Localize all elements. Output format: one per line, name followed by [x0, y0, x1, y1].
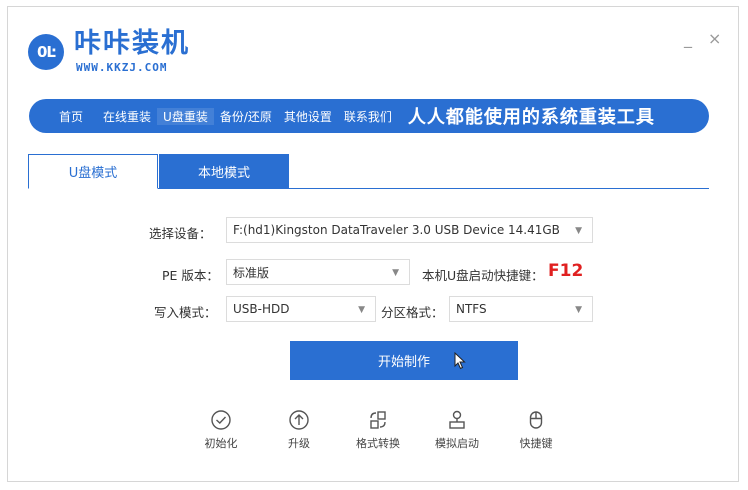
tool-hotkey[interactable]: 快捷键	[506, 409, 566, 451]
tab-usb-mode[interactable]: U盘模式	[28, 154, 158, 189]
usb-simulate-icon	[449, 410, 465, 429]
device-label: 选择设备：	[149, 226, 212, 241]
nav-item-backup-restore[interactable]: 备份/还原	[214, 108, 278, 125]
boot-hotkey-label: 本机U盘启动快捷键：	[422, 268, 544, 283]
start-make-button[interactable]: 开始制作	[290, 341, 518, 380]
device-select-value: F:(hd1)Kingston DataTraveler 3.0 USB Dev…	[233, 223, 560, 237]
tool-upgrade[interactable]: 升级	[269, 409, 329, 451]
upload-circle-icon	[289, 410, 309, 430]
app-url: WWW.KKZJ.COM	[76, 61, 168, 74]
close-button[interactable]: ×	[708, 29, 721, 48]
mouse-icon	[529, 411, 543, 429]
pe-version-label: PE 版本：	[162, 268, 219, 283]
tab-local-mode[interactable]: 本地模式	[159, 154, 289, 188]
mouse-pointer-icon	[454, 352, 466, 370]
tool-simulate-boot-label: 模拟启动	[435, 437, 479, 450]
write-mode-select[interactable]: USB-HDD ▼	[226, 296, 376, 322]
pe-version-value: 标准版	[233, 265, 270, 280]
nav-item-other-settings[interactable]: 其他设置	[278, 108, 338, 125]
nav-bar: 首页 在线重装 U盘重装 备份/还原 其他设置 联系我们 人人都能使用的系统重装…	[29, 99, 709, 133]
tool-hotkey-label: 快捷键	[519, 437, 553, 450]
nav-item-usb-reinstall[interactable]: U盘重装	[157, 107, 214, 125]
minimize-button[interactable]: _	[684, 29, 692, 48]
tool-initialize[interactable]: 初始化	[191, 409, 251, 451]
partition-format-label: 分区格式：	[381, 305, 444, 320]
tool-format-convert[interactable]: 格式转换	[348, 409, 408, 451]
write-mode-label: 写入模式：	[154, 305, 217, 320]
nav-item-contact[interactable]: 联系我们	[338, 108, 398, 125]
nav-item-home[interactable]: 首页	[53, 108, 89, 125]
nav-slogan: 人人都能使用的系统重装工具	[407, 107, 655, 128]
boot-hotkey-value: F12	[548, 261, 584, 281]
write-mode-value: USB-HDD	[233, 302, 290, 316]
mode-tabs: U盘模式 本地模式	[28, 154, 709, 189]
pe-version-select[interactable]: 标准版 ▼	[226, 259, 410, 285]
partition-format-select[interactable]: NTFS ▼	[449, 296, 593, 322]
check-circle-icon	[211, 410, 231, 430]
chevron-down-icon: ▼	[575, 305, 582, 315]
chevron-down-icon: ▼	[392, 268, 399, 278]
tool-simulate-boot[interactable]: 模拟启动	[427, 409, 487, 451]
tool-initialize-label: 初始化	[204, 437, 238, 450]
chevron-down-icon: ▼	[358, 305, 365, 315]
app-window: 0Ŀ 咔咔装机 WWW.KKZJ.COM _ × 首页 在线重装 U盘重装 备份…	[7, 6, 739, 482]
chevron-down-icon: ▼	[575, 226, 582, 236]
nav-item-online-reinstall[interactable]: 在线重装	[97, 108, 157, 125]
convert-icon	[370, 411, 386, 429]
logo-badge: 0Ŀ	[28, 34, 64, 70]
device-select[interactable]: F:(hd1)Kingston DataTraveler 3.0 USB Dev…	[226, 217, 593, 243]
tool-upgrade-label: 升级	[288, 437, 310, 450]
tool-format-convert-label: 格式转换	[356, 437, 400, 450]
app-title: 咔咔装机	[74, 28, 190, 59]
partition-format-value: NTFS	[456, 302, 487, 316]
